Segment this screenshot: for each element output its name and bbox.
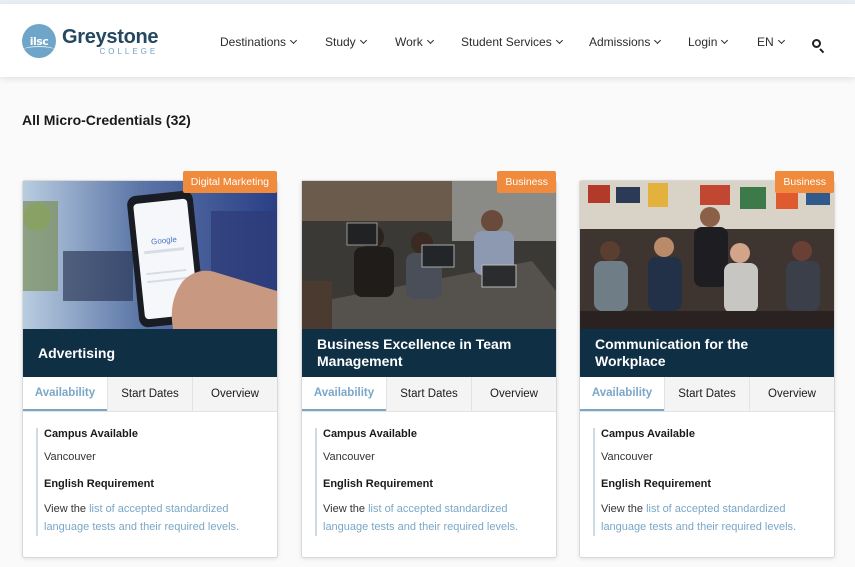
nav-label: Work [395,35,423,49]
nav-label: Study [325,35,356,49]
nav-admissions[interactable]: Admissions [589,35,662,49]
campus-value: Vancouver [601,451,653,463]
view-the-text: View the [601,503,647,515]
chevron-down-icon [426,36,434,45]
chevron-down-icon [290,36,298,45]
course-title-text: Business Excellence in Team Management [317,336,512,369]
category-badge: Business [775,171,834,193]
nav-destinations[interactable]: Destinations [220,35,298,49]
course-card-business-excellence[interactable]: Business Business Excellence in Team Man… [301,171,557,558]
tab-availability[interactable]: Availability [23,377,107,411]
chevron-down-icon [777,36,785,45]
tab-start-dates[interactable]: Start Dates [107,377,192,411]
category-badge: Business [497,171,556,193]
tab-availability[interactable]: Availability [302,377,386,411]
course-title[interactable]: Business Excellence in Team Management [302,329,556,377]
category-badge: Digital Marketing [182,171,277,193]
course-image: Google [23,181,277,329]
page-title: All Micro-Credentials (32) [22,112,191,128]
course-card-communication[interactable]: Business Communication for the Workplace… [579,171,835,558]
nav-language[interactable]: EN [757,35,785,49]
campus-label: Campus Available [323,428,417,440]
tab-start-dates[interactable]: Start Dates [664,377,749,411]
search-ring [812,39,821,48]
nav-label: Student Services [461,35,552,49]
site-header: ilsc Greystone COLLEGE Destinations Stud… [0,4,855,77]
view-the-text: View the [44,503,90,515]
main-nav: Destinations Study Work Student Services… [0,35,855,55]
tab-availability[interactable]: Availability [580,377,664,411]
course-title-text: Advertising [38,344,116,361]
nav-study[interactable]: Study [325,35,367,49]
course-card-advertising[interactable]: Google Digital Marketing Advertising Ava… [22,171,278,558]
availability-panel: Campus Available Vancouver English Requi… [593,428,823,536]
english-label: English Requirement [44,478,155,490]
nav-label: EN [757,35,774,49]
card-tabs: Availability Start Dates Overview [580,377,834,412]
availability-panel: Campus Available Vancouver English Requi… [36,428,266,536]
tab-overview[interactable]: Overview [471,377,556,411]
tab-overview[interactable]: Overview [192,377,277,411]
chevron-down-icon [654,36,662,45]
campus-value: Vancouver [44,451,96,463]
chevron-down-icon [555,36,563,45]
english-text: View the list of accepted standardized l… [601,500,823,536]
tab-overview[interactable]: Overview [749,377,834,411]
english-text: View the list of accepted standardized l… [44,500,266,536]
nav-label: Admissions [589,35,651,49]
campus-value: Vancouver [323,451,375,463]
english-label: English Requirement [323,478,434,490]
chevron-down-icon [721,36,729,45]
nav-login[interactable]: Login [688,35,729,49]
nav-work[interactable]: Work [395,35,434,49]
campus-label: Campus Available [44,428,138,440]
course-image [302,181,556,329]
search-icon[interactable] [812,39,825,54]
english-label: English Requirement [601,478,712,490]
tab-start-dates[interactable]: Start Dates [386,377,471,411]
course-image [580,181,834,329]
view-the-text: View the [323,503,369,515]
nav-label: Destinations [220,35,287,49]
availability-panel: Campus Available Vancouver English Requi… [315,428,545,536]
course-title[interactable]: Advertising [23,329,277,377]
nav-student-services[interactable]: Student Services [461,35,563,49]
course-title-text: Communication for the Workplace [595,336,749,369]
chevron-down-icon [359,36,367,45]
card-tabs: Availability Start Dates Overview [302,377,556,412]
card-tabs: Availability Start Dates Overview [23,377,277,412]
campus-label: Campus Available [601,428,695,440]
english-text: View the list of accepted standardized l… [323,500,545,536]
course-title[interactable]: Communication for the Workplace [580,329,834,377]
nav-label: Login [688,35,718,49]
